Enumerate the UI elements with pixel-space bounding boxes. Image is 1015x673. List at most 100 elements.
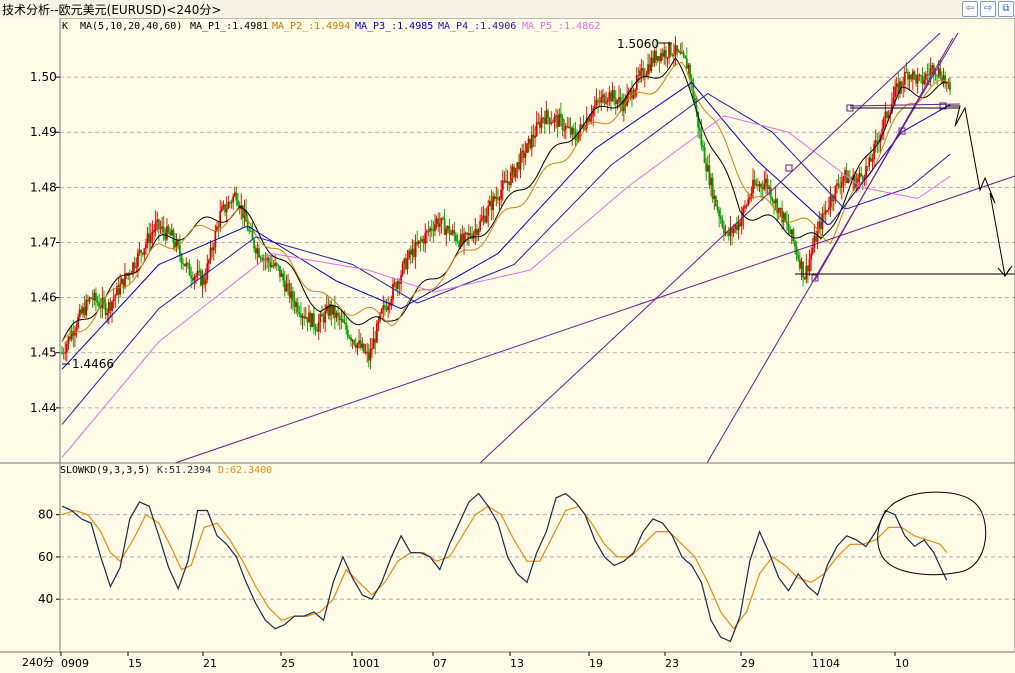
candle-body bbox=[794, 241, 796, 247]
candle-body bbox=[259, 257, 262, 259]
candle-body bbox=[363, 343, 365, 353]
candle-body bbox=[188, 263, 191, 276]
candle-body bbox=[556, 115, 559, 127]
candle-body bbox=[543, 117, 546, 124]
candle-body bbox=[248, 230, 251, 232]
candle-body bbox=[689, 64, 691, 80]
candle-body bbox=[145, 243, 147, 249]
candle-body bbox=[677, 51, 680, 53]
candle-body bbox=[655, 50, 658, 61]
candle-body bbox=[487, 205, 490, 216]
ma-p5-value: MA_P5_:1.4862 bbox=[522, 21, 600, 32]
candle-body bbox=[663, 50, 666, 57]
arrow-right-icon[interactable]: ⇨ bbox=[980, 1, 996, 17]
candle-body bbox=[681, 52, 683, 54]
candle-body bbox=[340, 319, 343, 321]
candle-body bbox=[421, 239, 423, 242]
low-annotation: 1.4466 bbox=[72, 357, 114, 371]
candle-body bbox=[393, 282, 396, 284]
candle-body bbox=[924, 74, 927, 81]
candle-body bbox=[78, 309, 81, 318]
candle-body bbox=[335, 312, 338, 318]
candle-body bbox=[703, 147, 706, 163]
candle-body bbox=[350, 337, 352, 341]
period-label: 240分 bbox=[22, 656, 54, 669]
candle-body bbox=[69, 336, 71, 340]
candle-body bbox=[392, 283, 394, 300]
candle-body bbox=[138, 250, 141, 253]
candle-body bbox=[774, 199, 777, 204]
candle-body bbox=[169, 232, 172, 236]
candle-body bbox=[232, 196, 235, 203]
candle-body bbox=[446, 226, 449, 230]
candle-body bbox=[354, 344, 357, 348]
candle-body bbox=[64, 352, 67, 354]
candle-body bbox=[506, 181, 509, 183]
candle-body bbox=[752, 179, 754, 194]
candle-body bbox=[894, 87, 897, 98]
price-tick-label: 1.44 bbox=[30, 401, 57, 415]
candle-body bbox=[371, 348, 373, 350]
candle-body bbox=[445, 229, 448, 235]
chart-area[interactable]: 1.50 1.49 1.48 1.47 1.46 1.45 1.44 80 60 40 0909… bbox=[0, 18, 1015, 673]
arrow-left-icon[interactable]: ⇦ bbox=[962, 1, 978, 17]
candle-body bbox=[548, 117, 551, 124]
x-tick-label: 19 bbox=[589, 657, 603, 670]
candle-body bbox=[290, 291, 293, 299]
candle-body bbox=[398, 281, 401, 284]
candle-body bbox=[472, 233, 475, 239]
candle-body bbox=[545, 110, 548, 124]
candle-body bbox=[464, 232, 467, 234]
candle-body bbox=[945, 82, 948, 84]
candle-body bbox=[180, 254, 183, 264]
candle-body bbox=[219, 211, 222, 228]
candle-body bbox=[818, 221, 821, 229]
candle-body bbox=[674, 45, 677, 55]
candle-body bbox=[107, 302, 110, 314]
candle-body bbox=[687, 64, 690, 69]
candle-body bbox=[267, 257, 270, 263]
candle-body bbox=[642, 68, 645, 78]
candle-body bbox=[781, 208, 783, 223]
candle-body bbox=[135, 266, 138, 268]
candle-body bbox=[67, 336, 70, 344]
candle-body bbox=[322, 316, 325, 323]
candle-body bbox=[282, 273, 285, 281]
candle-body bbox=[710, 177, 712, 186]
candle-body bbox=[149, 234, 152, 243]
candle-body bbox=[93, 292, 96, 301]
candle-body bbox=[480, 218, 483, 221]
candle-body bbox=[771, 198, 774, 201]
candle-body bbox=[380, 309, 383, 314]
candle-body bbox=[72, 331, 75, 336]
restore-icon[interactable]: ⧉ bbox=[998, 1, 1014, 17]
candle-body bbox=[603, 94, 606, 104]
candle-body bbox=[498, 199, 501, 201]
candle-body bbox=[75, 327, 78, 332]
candle-body bbox=[196, 270, 199, 276]
candle-body bbox=[777, 208, 780, 214]
candle-body bbox=[203, 276, 205, 285]
candle-body bbox=[706, 165, 709, 172]
candle-body bbox=[561, 117, 564, 131]
candle-body bbox=[467, 233, 470, 235]
candle-body bbox=[748, 197, 751, 200]
x-tick-label: 13 bbox=[510, 657, 524, 670]
candle-body bbox=[166, 226, 168, 240]
candle-body bbox=[136, 252, 139, 267]
candle-body bbox=[858, 173, 861, 179]
candle-body bbox=[829, 195, 832, 208]
candle-body bbox=[807, 265, 809, 272]
candle-body bbox=[183, 263, 186, 267]
candle-body bbox=[287, 283, 289, 285]
candle-body bbox=[206, 263, 209, 280]
candle-body bbox=[395, 282, 398, 289]
candle-body bbox=[274, 262, 277, 266]
candle-body bbox=[508, 181, 511, 186]
candle-body bbox=[832, 199, 835, 202]
candle-body bbox=[539, 121, 541, 128]
candle-body bbox=[798, 259, 801, 269]
candle-body bbox=[913, 71, 916, 75]
candle-body bbox=[403, 258, 406, 264]
candle-body bbox=[425, 230, 428, 233]
